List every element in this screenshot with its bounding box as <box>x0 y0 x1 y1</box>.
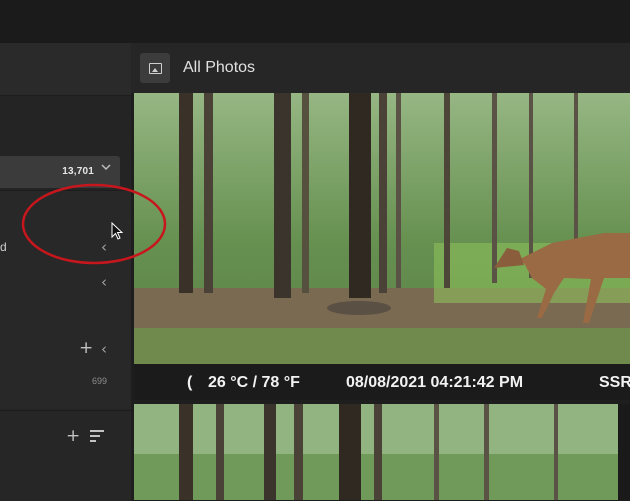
sort-icon[interactable] <box>90 430 104 442</box>
item-count: 699 <box>92 376 108 386</box>
sidebar-item-all-photos[interactable]: 13,701 <box>0 156 120 188</box>
content-header: All Photos <box>131 43 630 93</box>
chevron-down-icon[interactable] <box>100 161 112 176</box>
chevron-left-icon[interactable]: ‹ <box>101 273 107 291</box>
cursor-icon <box>111 222 124 240</box>
photo-info-stamp: ( 26 °C / 78 °F 08/08/2021 04:21:42 PM S… <box>134 364 630 400</box>
sidebar-item-label[interactable]: d <box>0 240 7 254</box>
plus-icon[interactable]: + <box>66 426 80 446</box>
trail-cam-photo <box>134 404 618 500</box>
stamp-datetime: 08/08/2021 04:21:42 PM <box>346 374 524 391</box>
photo-thumbnail[interactable] <box>134 404 618 500</box>
chevron-left-icon[interactable]: ‹ <box>101 340 107 358</box>
top-bar <box>0 0 630 43</box>
stamp-temperature: 26 °C / 78 °F <box>208 374 300 391</box>
photo-count: 13,701 <box>62 166 94 177</box>
photo-icon[interactable] <box>140 53 170 83</box>
trail-cam-photo <box>134 93 630 364</box>
stamp-prefix: ( <box>187 374 193 391</box>
stamp-suffix: SSR <box>599 374 630 391</box>
page-title: All Photos <box>183 59 256 76</box>
photo-thumbnail[interactable]: ( 26 °C / 78 °F 08/08/2021 04:21:42 PM S… <box>134 93 630 400</box>
sidebar-header <box>0 43 131 96</box>
plus-icon[interactable]: + <box>79 338 93 358</box>
photo-thumbnail-edge <box>618 404 630 500</box>
chevron-left-icon[interactable]: ‹ <box>101 238 107 256</box>
sidebar-section <box>0 410 131 501</box>
